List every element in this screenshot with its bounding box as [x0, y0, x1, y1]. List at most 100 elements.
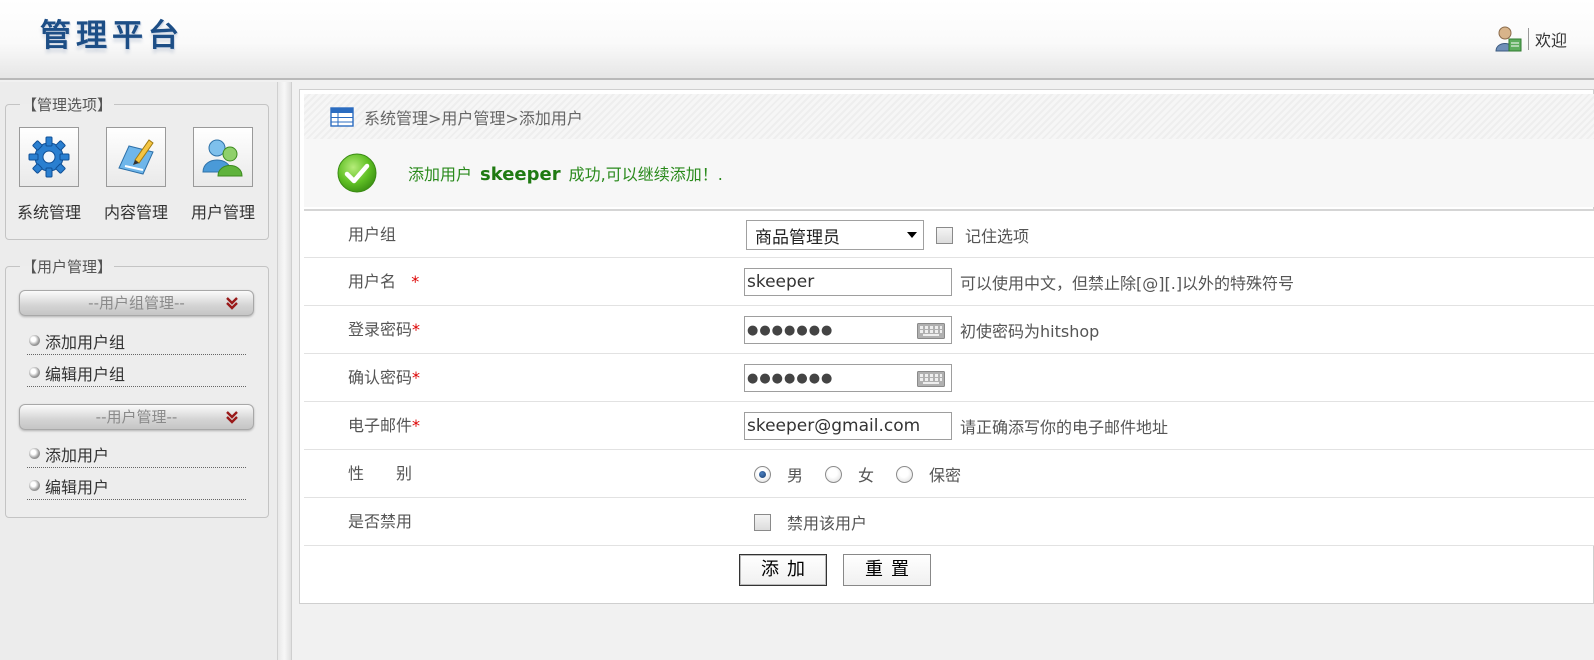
keyboard-icon[interactable] — [917, 371, 945, 387]
bullet-icon — [29, 335, 40, 346]
password-label: 登录密码* — [348, 306, 420, 354]
required-mark: * — [412, 320, 421, 339]
email-input[interactable]: skeeper@gmail.com — [744, 412, 952, 440]
main-panel: 系统管理>用户管理>添加用户 添加用户 skeeper 成功,可以继续添加！. 用户… — [299, 89, 1594, 604]
gender-label: 性 别 — [348, 464, 413, 483]
password-label-text: 登录密码 — [348, 320, 413, 339]
manage-options-title: 【管理选项】 — [22, 96, 113, 114]
email-hint: 请正确添写你的电子邮件地址 — [960, 418, 1169, 437]
user-group-value: 商品管理员 — [755, 227, 840, 248]
menu-item-label: 添加用户组 — [45, 332, 126, 352]
tile-icon-frame — [19, 127, 79, 187]
email-controls: skeeper@gmail.com 请正确添写你的电子邮件地址 — [744, 402, 1168, 450]
breadcrumb: 系统管理>用户管理>添加用户 — [304, 94, 1594, 139]
disable-user-checkbox[interactable] — [754, 513, 771, 531]
gender-option-label: 女 — [858, 466, 875, 485]
menu-item-label: 编辑用户组 — [45, 364, 126, 384]
success-prefix: 添加用户 — [408, 165, 473, 184]
disable-controls: 禁用该用户 — [754, 498, 889, 546]
email-label: 电子邮件* — [348, 402, 420, 450]
confirm-label: 确认密码* — [348, 354, 420, 402]
table-icon — [330, 106, 354, 127]
platform-logo: 管理平台 — [40, 18, 184, 54]
username-input[interactable]: skeeper — [744, 268, 952, 296]
password-input[interactable]: ●●●●●●● — [744, 316, 952, 344]
remember-checkbox[interactable] — [936, 226, 953, 244]
form-row-group: 用户组 商品管理员 记住选项 — [304, 209, 1594, 257]
group-controls: 商品管理员 记住选项 — [744, 211, 1029, 259]
confirm-label-text: 确认密码 — [348, 368, 413, 387]
group-label: 用户组 — [348, 225, 397, 244]
email-value: skeeper@gmail.com — [747, 416, 921, 436]
username-label: 用户名 * — [348, 258, 419, 306]
confirm-password-input[interactable]: ●●●●●●● — [744, 364, 952, 392]
sidebar-splitter[interactable] — [278, 82, 292, 660]
gender-radio-male[interactable] — [754, 465, 771, 483]
form-row-username: 用户名 * skeeper 可以使用中文，但禁止除[@][.]以外的特殊符号 — [304, 257, 1594, 305]
disable-label: 是否禁用 — [348, 512, 413, 531]
tile-icon-frame — [193, 127, 253, 187]
gender-controls: 男 女 保密 — [754, 450, 983, 498]
chevron-down-icon — [226, 411, 238, 424]
menu-group-user[interactable]: --用户管理-- — [19, 404, 254, 430]
tile-label: 系统管理 — [16, 203, 81, 222]
tile-label: 用户管理 — [190, 203, 255, 222]
user-icon — [1495, 26, 1522, 52]
gender-option-label: 保密 — [929, 466, 962, 485]
confirm-controls: ●●●●●●● — [744, 354, 952, 402]
required-mark: * — [412, 368, 421, 387]
check-circle-icon — [337, 153, 377, 193]
username-hint: 可以使用中文，但禁止除[@][.]以外的特殊符号 — [960, 274, 1295, 293]
tile-content-manage[interactable]: 内容管理 — [93, 127, 179, 223]
password-value: ●●●●●●● — [747, 322, 834, 338]
form-row-disable: 是否禁用 禁用该用户 — [304, 497, 1594, 545]
confirm-value: ●●●●●●● — [747, 370, 834, 386]
form-row-gender: 性 别 男 女 保密 — [304, 449, 1594, 497]
breadcrumb-text: 系统管理>用户管理>添加用户 — [364, 108, 583, 128]
users-icon — [202, 139, 243, 177]
pencil-icon — [118, 139, 154, 175]
disable-user-label: 禁用该用户 — [787, 514, 868, 533]
bullet-icon — [29, 480, 40, 491]
password-hint: 初使密码为hitshop — [960, 322, 1100, 341]
form-buttons: 添加 重置 — [304, 545, 1594, 595]
menu-item-edit-user[interactable]: 编辑用户 — [27, 472, 246, 500]
username-value: skeeper — [747, 272, 815, 292]
welcome-text: 欢迎 — [1535, 31, 1568, 50]
success-username: skeeper — [480, 164, 561, 185]
menu-item-edit-usergroup[interactable]: 编辑用户组 — [27, 359, 246, 387]
menu-item-label: 编辑用户 — [45, 477, 110, 497]
bullet-icon — [29, 367, 40, 378]
user-manage-title: 【用户管理】 — [22, 258, 113, 276]
keyboard-icon[interactable] — [917, 323, 945, 339]
dropdown-arrow-icon — [907, 232, 917, 238]
user-group-select[interactable]: 商品管理员 — [746, 220, 924, 250]
password-controls: ●●●●●●● 初使密码为hitshop — [744, 306, 1099, 354]
tile-icon-frame — [106, 127, 166, 187]
gender-radio-secret[interactable] — [896, 465, 914, 483]
reset-button[interactable]: 重置 — [843, 554, 931, 586]
required-mark: * — [411, 272, 420, 291]
menu-item-add-user[interactable]: 添加用户 — [27, 440, 246, 468]
email-label-text: 电子邮件 — [348, 416, 413, 435]
tile-user-manage[interactable]: 用户管理 — [180, 127, 266, 223]
gender-option-label: 男 — [787, 466, 804, 485]
username-controls: skeeper 可以使用中文，但禁止除[@][.]以外的特殊符号 — [744, 258, 1294, 306]
add-button[interactable]: 添加 — [739, 554, 827, 586]
username-label-text: 用户名 — [348, 272, 397, 291]
menu-item-label: 添加用户 — [45, 445, 110, 465]
gender-radio-female[interactable] — [825, 465, 843, 483]
form-row-email: 电子邮件* skeeper@gmail.com 请正确添写你的电子邮件地址 — [304, 401, 1594, 449]
form-row-confirm: 确认密码* ●●●●●●● — [304, 353, 1594, 401]
top-header: 管理平台 欢迎 — [0, 0, 1594, 80]
menu-group-label: --用户组管理-- — [88, 294, 185, 312]
menu-group-label: --用户管理-- — [95, 408, 178, 426]
required-mark: * — [412, 416, 421, 435]
success-suffix: 成功,可以继续添加！. — [568, 165, 723, 184]
menu-item-add-usergroup[interactable]: 添加用户组 — [27, 327, 246, 355]
success-text: 添加用户 skeeper 成功,可以继续添加！. — [408, 161, 723, 185]
tile-system-manage[interactable]: 系统管理 — [6, 127, 92, 223]
bullet-icon — [29, 448, 40, 459]
menu-group-usergroup[interactable]: --用户组管理-- — [19, 290, 254, 316]
add-user-form: 用户组 商品管理员 记住选项 用户名 * skeeper 可以使用中文，但禁止除… — [304, 209, 1594, 595]
